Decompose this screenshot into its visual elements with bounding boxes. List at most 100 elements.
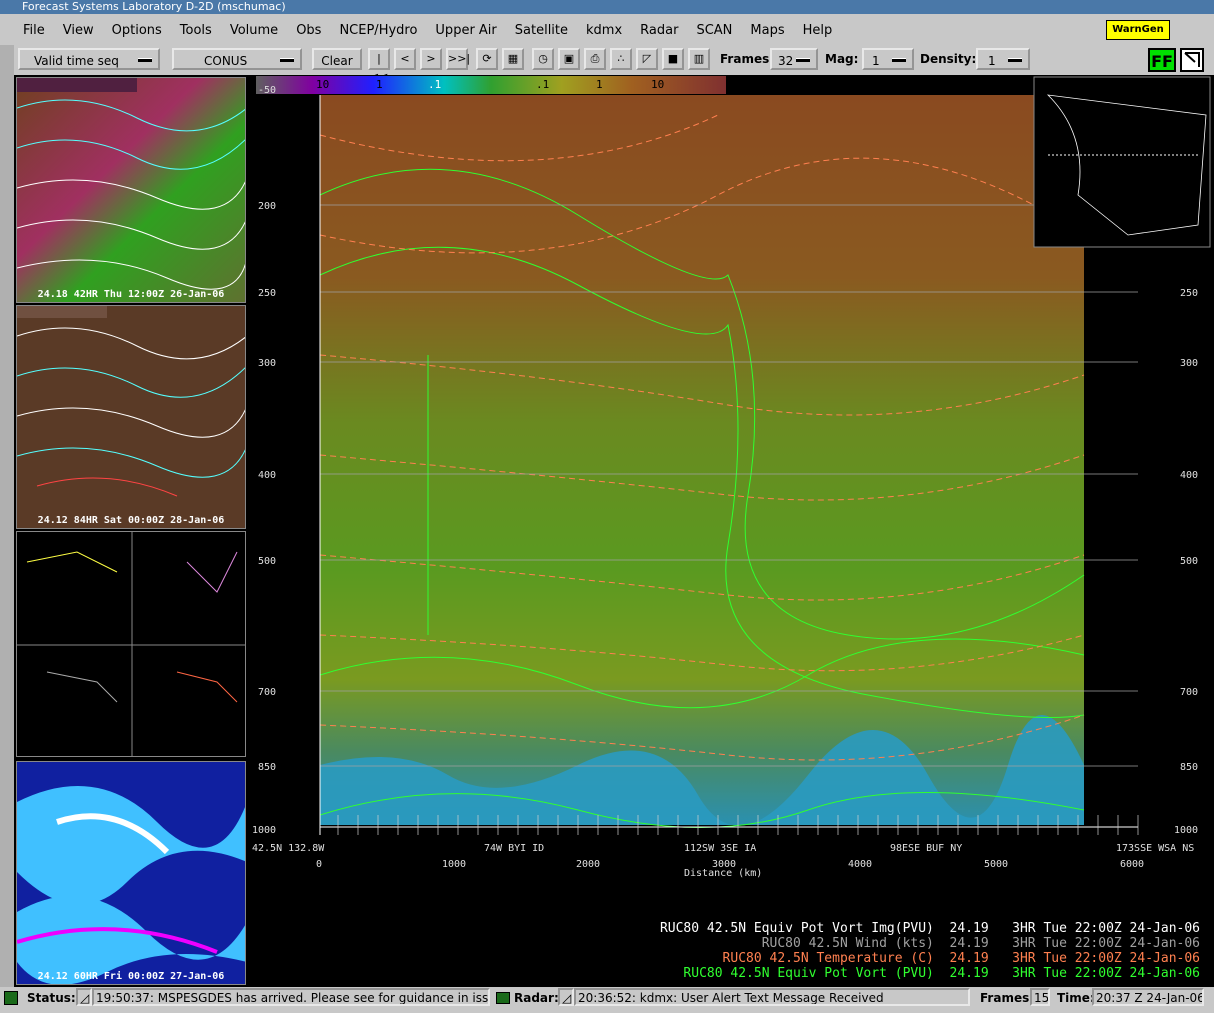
pressure-label-1000: 1000 [252, 825, 276, 836]
status-message[interactable]: 19:50:37: MSPESGDES has arrived. Please … [92, 988, 490, 1006]
density-value: 1 [988, 54, 996, 68]
menu-obs[interactable]: Obs [287, 23, 330, 38]
menu-help[interactable]: Help [794, 23, 842, 38]
colorbar-top-label: -50 [258, 85, 276, 94]
frames-status-label: Frames: [980, 991, 1035, 1005]
radar-indicator-icon [496, 992, 510, 1004]
legend-line-3: RUC80 42.5N Temperature (C) 24.19 3HR Tu… [0, 951, 1200, 966]
legend-line-4: RUC80 42.5N Equiv Pot Vort (PVU) 24.19 3… [0, 966, 1200, 981]
frames-dropdown[interactable]: 32 [770, 48, 818, 70]
status-expand-icon[interactable]: ◿ [76, 988, 92, 1006]
loop-icon[interactable]: ⟳ [476, 48, 498, 70]
colorbar-label-5: 1 [596, 78, 603, 91]
legend-line-2: RUC80 42.5N Wind (kts) 24.19 3HR Tue 22:… [0, 936, 1200, 951]
cross-section-chart: 200 250 300 400 500 700 850 1000 250 300… [252, 76, 1211, 879]
pressure-label-right-300: 300 [1180, 358, 1198, 369]
legend-line-1: RUC80 42.5N Equiv Pot Vort Img(PVU) 24.1… [0, 921, 1200, 936]
left-endpoint-label: 42.5N 132.8W [252, 843, 325, 854]
cursor-mode-icon[interactable] [1180, 48, 1204, 72]
menu-volume[interactable]: Volume [221, 23, 287, 38]
menu-options[interactable]: Options [103, 23, 171, 38]
valid-time-value: Valid time seq [34, 54, 119, 68]
pressure-label-right-250: 250 [1180, 288, 1198, 299]
menu-upper-air[interactable]: Upper Air [426, 23, 505, 38]
menu-scan[interactable]: SCAN [687, 23, 741, 38]
frames-status-value: 15 [1030, 988, 1050, 1006]
pressure-label-right-700: 700 [1180, 687, 1198, 698]
colorbar-label-4: .1 [536, 78, 549, 91]
pressure-label-500: 500 [258, 556, 276, 567]
warngen-button[interactable]: WarnGen [1106, 20, 1170, 40]
menu-view[interactable]: View [54, 23, 103, 38]
window-title: Forecast Systems Laboratory D-2D (mschum… [0, 0, 1214, 14]
colorbar-label-6: 10 [651, 78, 664, 91]
four-panel-icon[interactable]: ▥ [688, 48, 710, 70]
first-frame-icon[interactable]: |<< [368, 48, 390, 83]
print-icon[interactable]: ⎙ [584, 48, 606, 70]
side-pane-1[interactable]: 24.18 42HR Thu 12:00Z 26-Jan-06 [16, 77, 246, 303]
menu-satellite[interactable]: Satellite [506, 23, 577, 38]
colorbar-label-3: .1 [428, 78, 441, 91]
density-label: Density: [920, 52, 977, 66]
distance-tick-6000: 6000 [1120, 859, 1144, 870]
point-label-4: 173SSE WSA NS [1116, 843, 1194, 854]
pressure-label-200: 200 [258, 201, 276, 212]
status-label: Status: [27, 991, 76, 1005]
menu-ncep-hydro[interactable]: NCEP/Hydro [330, 23, 426, 38]
single-panel-icon[interactable]: ■ [662, 48, 684, 70]
distance-tick-1000: 1000 [442, 859, 466, 870]
density-dropdown[interactable]: 1 [976, 48, 1030, 70]
menu-bar: File View Options Tools Volume Obs NCEP/… [14, 17, 1214, 43]
point-label-2: 112SW 3SE IA [684, 843, 756, 854]
menu-radar[interactable]: Radar [631, 23, 687, 38]
pressure-label-400: 400 [258, 470, 276, 481]
frames-value: 32 [778, 54, 794, 68]
image-combine-icon[interactable]: ▦ [502, 48, 524, 70]
mag-dropdown[interactable]: 1 [862, 48, 914, 70]
time-status-value: 20:37 Z 24-Jan-06 [1092, 988, 1204, 1006]
fast-forward-toggle[interactable]: FF [1148, 48, 1176, 72]
menu-file[interactable]: File [14, 23, 54, 38]
menu-tools[interactable]: Tools [171, 23, 221, 38]
scale-dropdown[interactable]: CONUS [172, 48, 302, 70]
menu-kdmx[interactable]: kdmx [577, 23, 631, 38]
side-panes: 24.18 42HR Thu 12:00Z 26-Jan-06 24.12 84… [14, 75, 248, 987]
points-icon[interactable]: ∴ [610, 48, 632, 70]
pressure-label-300: 300 [258, 358, 276, 369]
side-pane-3[interactable] [16, 531, 246, 757]
legend-2-time: 3HR Tue 22:00Z 24-Jan-06 [1012, 936, 1200, 951]
distance-tick-2000: 2000 [576, 859, 600, 870]
legend-4-val: 24.19 [949, 966, 989, 981]
image-properties-icon[interactable]: ▣ [558, 48, 580, 70]
clock-icon[interactable]: ◷ [532, 48, 554, 70]
next-frame-icon[interactable]: > [420, 48, 442, 70]
left-edge-strip [0, 45, 14, 993]
side-pane-2[interactable]: 24.12 84HR Sat 00:00Z 28-Jan-06 [16, 305, 246, 529]
radar-message[interactable]: 20:36:52: kdmx: User Alert Text Message … [574, 988, 970, 1006]
last-frame-icon[interactable]: >>| [446, 48, 470, 70]
valid-time-dropdown[interactable]: Valid time seq [18, 48, 160, 70]
distance-axis-label: Distance (km) [684, 868, 762, 879]
pressure-label-250: 250 [258, 288, 276, 299]
legend-2-val: 24.19 [949, 936, 989, 951]
colorbar-label-1: 10 [316, 78, 329, 91]
pressure-label-right-850: 850 [1180, 762, 1198, 773]
inset-map [1033, 76, 1211, 248]
legend-1-val: 24.19 [949, 921, 989, 936]
baseline-icon[interactable]: ◸ [636, 48, 658, 70]
legend-4-time: 3HR Tue 22:00Z 24-Jan-06 [1012, 966, 1200, 981]
pv-image-field [320, 95, 1084, 825]
prev-frame-icon[interactable]: < [394, 48, 416, 70]
frames-label: Frames: [720, 52, 775, 66]
pressure-label-700: 700 [258, 687, 276, 698]
cross-section-pane[interactable]: 200 250 300 400 500 700 850 1000 250 300… [248, 75, 1214, 987]
radar-expand-icon[interactable]: ◿ [558, 988, 574, 1006]
distance-tick-4000: 4000 [848, 859, 872, 870]
menu-maps[interactable]: Maps [741, 23, 793, 38]
scale-value: CONUS [204, 54, 248, 68]
point-label-3: 98ESE BUF NY [890, 843, 962, 854]
clear-button[interactable]: Clear [312, 48, 362, 70]
legend-3-time: 3HR Tue 22:00Z 24-Jan-06 [1012, 951, 1200, 966]
legend-1-time: 3HR Tue 22:00Z 24-Jan-06 [1012, 921, 1200, 936]
radar-label: Radar: [514, 991, 559, 1005]
